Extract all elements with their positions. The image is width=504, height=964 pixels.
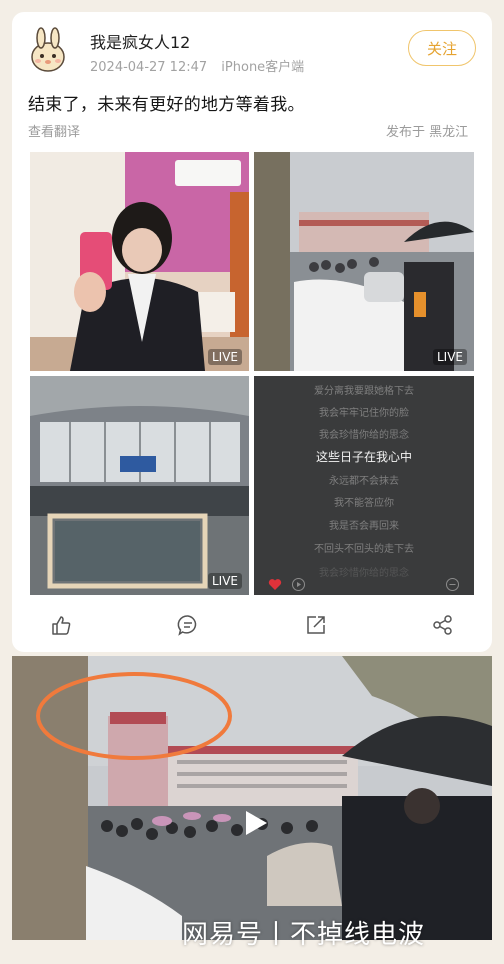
like-icon[interactable] [50,614,72,636]
play-icon[interactable] [240,808,270,838]
post-meta: 2024-04-27 12:47 iPhone客户端 [90,56,304,75]
crowd-image [254,152,474,371]
post-timestamp: 2024-04-27 12:47 [90,60,208,75]
photo-crowd[interactable]: LIVE [254,152,474,371]
post-text: 结束了，未来有更好的地方等着我。 [28,95,305,115]
play-small-icon[interactable] [292,578,305,591]
photo-lyrics[interactable]: 爱分离我要跟她格下去 我会牢牢记住你的脸 我会珍惜你给的思念 这些日子在我心中 … [254,376,474,595]
live-badge: LIVE [207,573,242,589]
more-icon[interactable] [446,578,459,591]
lyric-line: 不回头不回头的走下去 [314,544,414,555]
photo-hall[interactable]: LIVE [30,376,249,595]
avatar[interactable] [26,26,70,74]
video-frame-image [12,656,492,940]
live-badge: LIVE [207,349,242,365]
lyric-line-current: 这些日子在我心中 [315,450,412,464]
photo-selfie[interactable]: LIVE [30,152,249,371]
lyric-line: 我会珍惜你给的思念 [319,568,409,579]
lyric-line: 我会牢牢记住你的脸 [319,408,409,419]
hall-image [30,376,249,595]
selfie-image [30,152,249,371]
post-location: 发布于 黑龙江 [386,125,469,140]
watermark: 网易号丨不掉线电波 [182,920,426,950]
lyric-line: 爱分离我要跟她格下去 [314,386,414,397]
share-icon[interactable] [432,614,454,636]
lyric-line: 我不能答应你 [334,498,394,509]
username[interactable]: 我是疯女人12 [90,29,190,53]
video-frame[interactable] [12,656,492,940]
lyric-line: 我是否会再回来 [329,521,399,532]
live-badge: LIVE [432,349,467,365]
lyric-line: 永远都不会抹去 [329,476,399,487]
translate-link[interactable]: 查看翻译 [28,121,80,140]
heart-icon[interactable] [268,578,282,591]
follow-button[interactable]: 关注 [408,30,476,66]
lyric-line: 我会珍惜你给的思念 [319,430,409,441]
comment-icon[interactable] [177,614,199,636]
post-client: iPhone客户端 [221,60,305,75]
repost-icon[interactable] [305,614,327,636]
